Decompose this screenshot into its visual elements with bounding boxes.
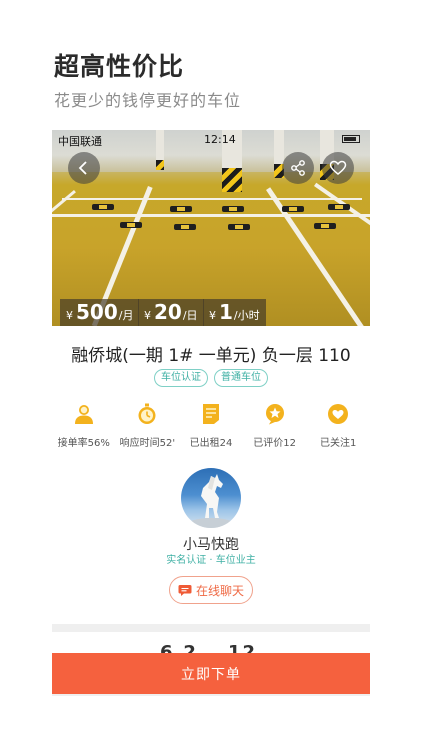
online-chat-button[interactable]: 在线聊天 xyxy=(169,576,253,604)
tag-certified: 车位认证 xyxy=(154,369,208,387)
monthly-price: ¥500/月 xyxy=(60,299,140,326)
order-now-button[interactable]: 立即下单 xyxy=(52,653,370,694)
clock: 12:14 xyxy=(204,133,236,146)
status-bar: 中国联通 12:14 xyxy=(52,130,370,148)
stopwatch-icon xyxy=(135,402,159,426)
daily-price: ¥20/日 xyxy=(138,299,204,326)
promo-title: 超高性价比 xyxy=(54,52,185,81)
parking-detail-card: 中国联通 12:14 ¥500/月 ¥20/日 ¥1/小时 融侨城(一期 1# … xyxy=(52,130,370,624)
parking-spot-title: 融侨城(一期 1# 一单元) 负一层 110 xyxy=(71,346,351,366)
carrier-label: 中国联通 xyxy=(58,135,102,148)
battery-icon xyxy=(342,135,360,143)
person-icon xyxy=(72,402,96,426)
chat-bubble-icon xyxy=(178,584,192,596)
hourly-price: ¥1/小时 xyxy=(203,299,266,326)
stat-followers: 已关注1 xyxy=(306,402,370,449)
stat-response-time: 响应时间52' xyxy=(116,402,180,449)
owner-stats: 接单率56% 响应时间52' 已出租24 已评价12 已关注1 xyxy=(52,402,370,449)
parking-photo: 中国联通 12:14 ¥500/月 ¥20/日 ¥1/小时 xyxy=(52,130,370,326)
favorite-button[interactable] xyxy=(322,152,354,184)
spot-tags: 车位认证 普通车位 xyxy=(52,369,370,387)
online-chat-label: 在线聊天 xyxy=(195,583,244,598)
share-icon xyxy=(291,160,305,176)
tag-spot-type: 普通车位 xyxy=(214,369,268,387)
star-badge-icon xyxy=(263,402,287,426)
stat-acceptance-rate: 接单率56% xyxy=(52,402,116,449)
back-button[interactable] xyxy=(68,152,100,184)
owner-certification: 实名认证 · 车位业主 xyxy=(166,555,256,566)
document-icon xyxy=(199,402,223,426)
horse-avatar-image xyxy=(185,474,237,528)
heart-outline-icon xyxy=(329,160,347,175)
promo-subtitle: 花更少的钱停更好的车位 xyxy=(54,91,242,110)
stat-rented: 已出租24 xyxy=(179,402,243,449)
stat-reviews: 已评价12 xyxy=(243,402,307,449)
heart-badge-icon xyxy=(326,402,350,426)
chevron-left-icon xyxy=(78,161,87,175)
owner-avatar[interactable] xyxy=(181,468,241,528)
share-button[interactable] xyxy=(282,152,314,184)
